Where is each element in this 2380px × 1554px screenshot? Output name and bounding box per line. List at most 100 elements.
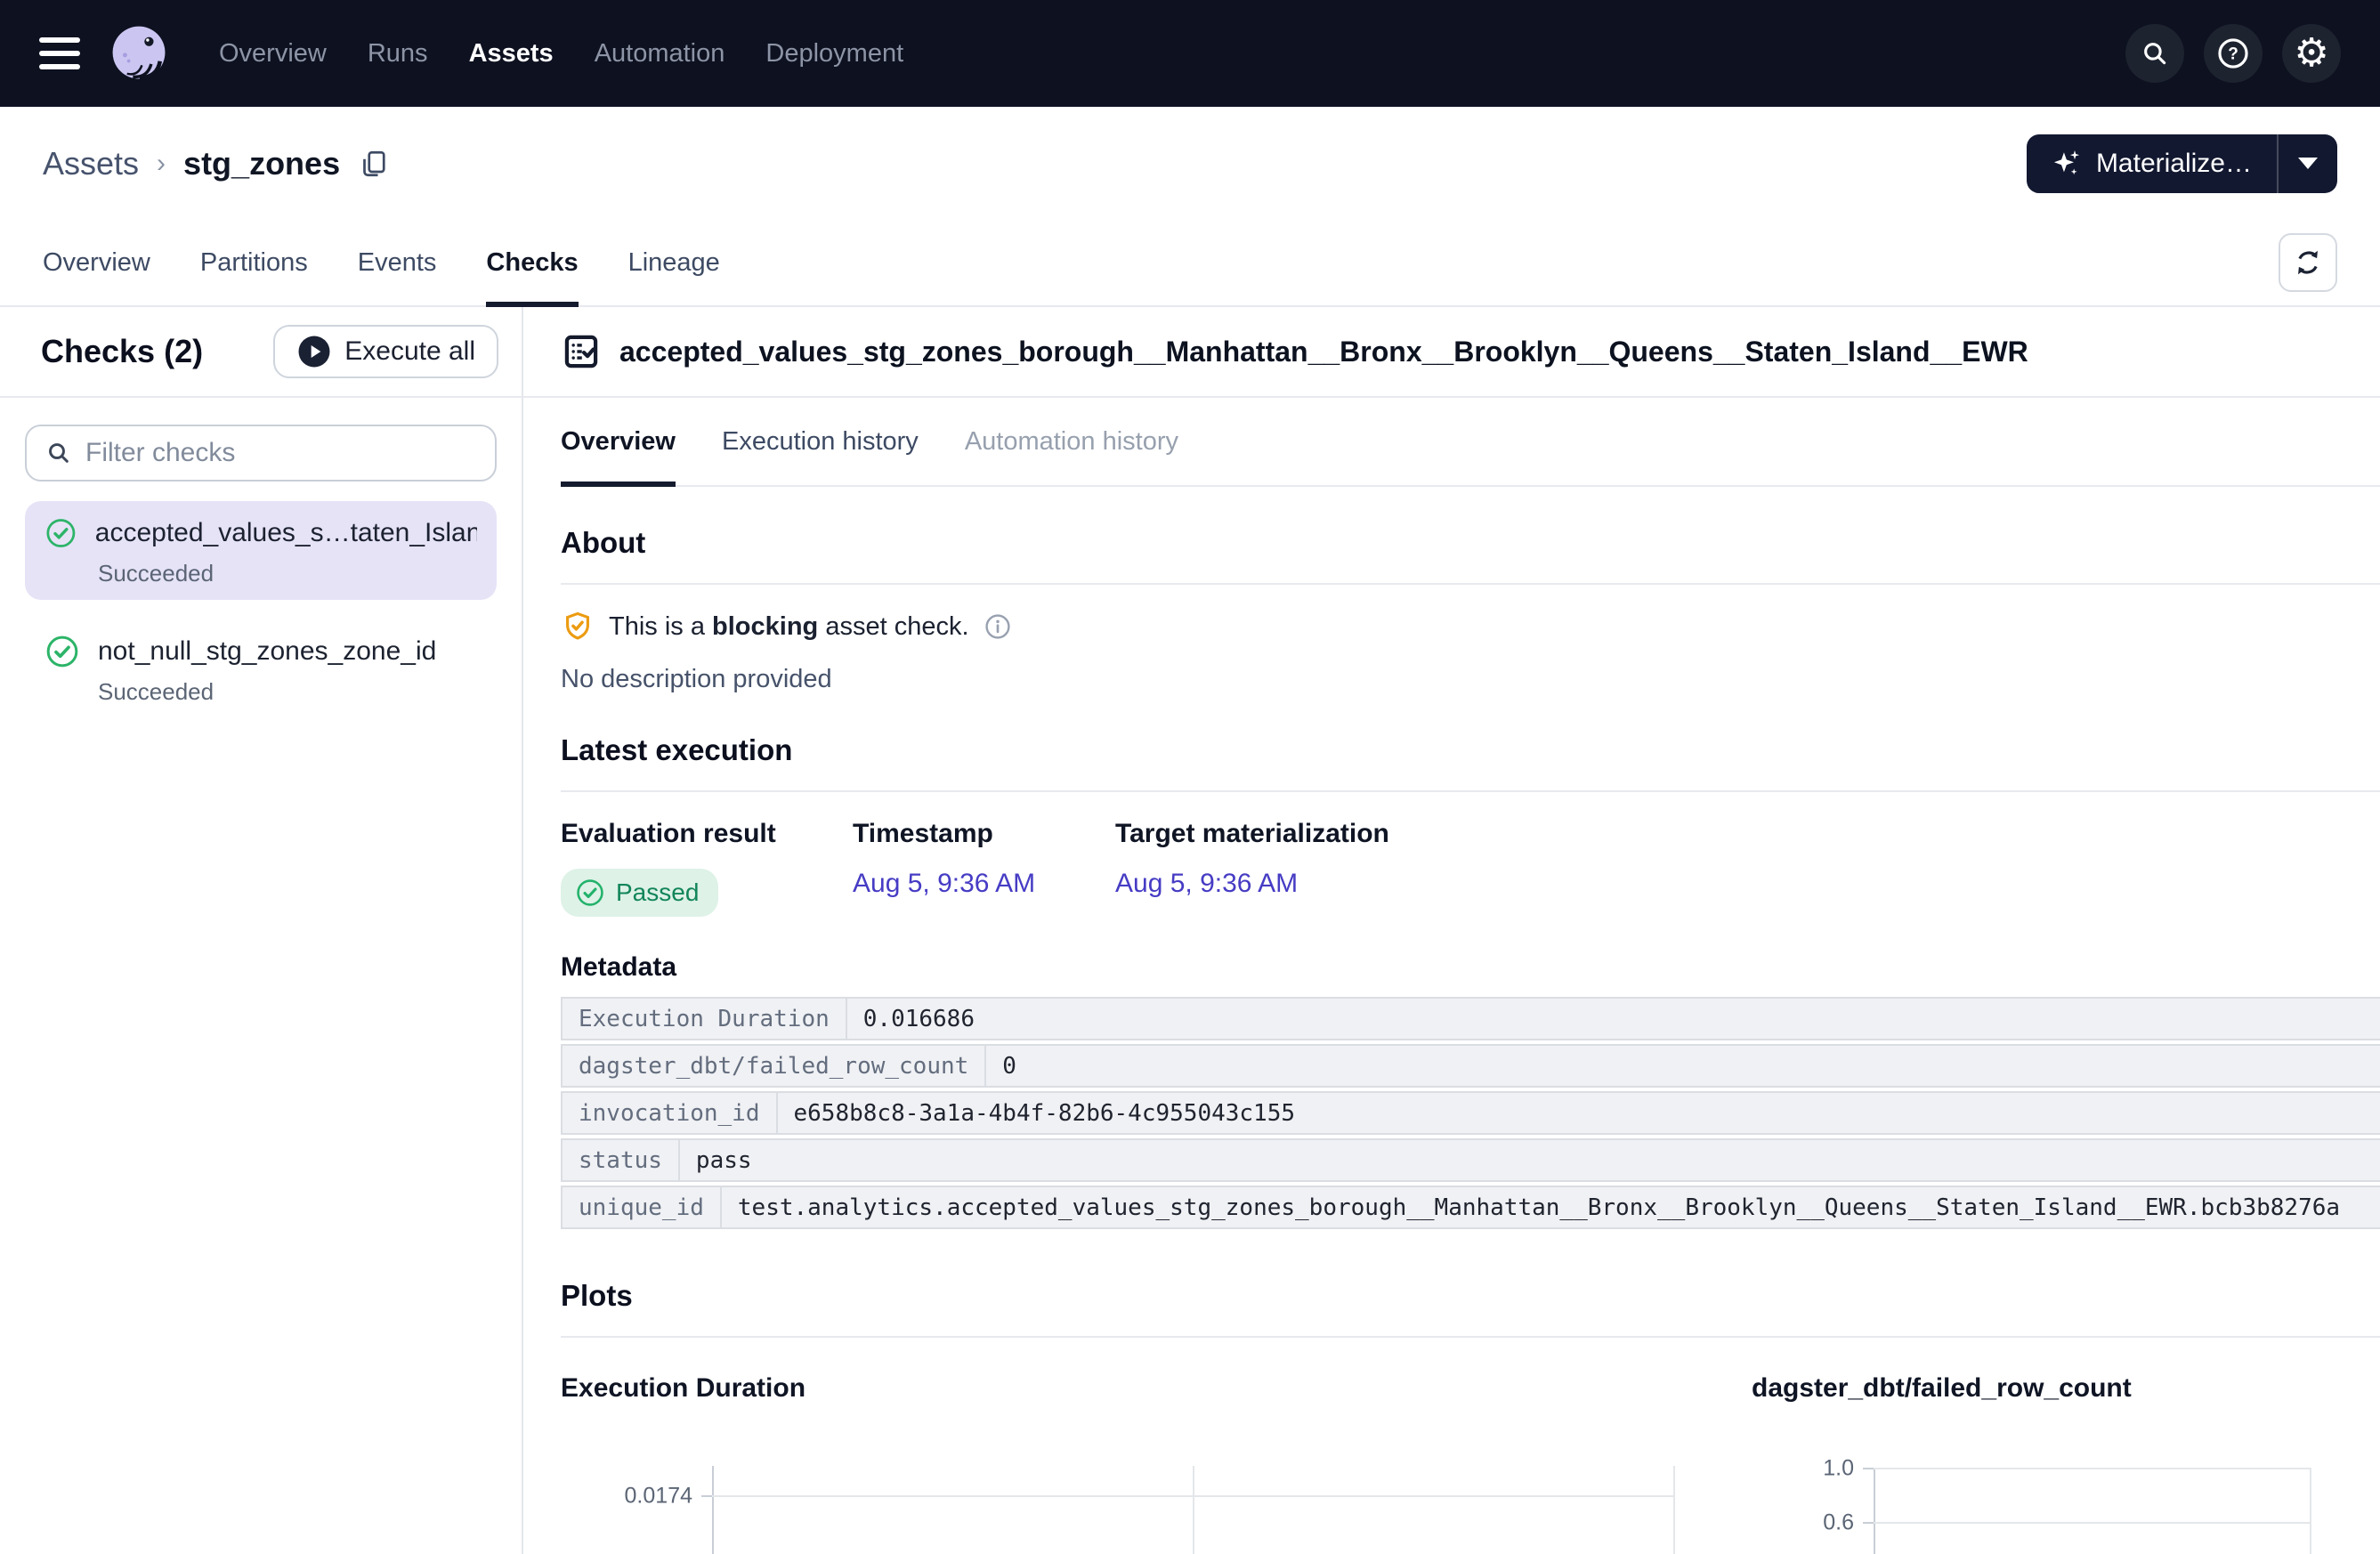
metadata-value: test.analytics.accepted_values_stg_zones… xyxy=(722,1187,2380,1227)
materialize-button[interactable]: Materialize… xyxy=(2027,134,2277,193)
table-row: dagster_dbt/failed_row_count 0 xyxy=(561,1044,2380,1088)
metadata-key: Execution Duration xyxy=(563,999,847,1039)
checks-count-title: Checks (2) xyxy=(41,333,203,370)
play-circle-icon xyxy=(296,334,332,369)
tab-partitions[interactable]: Partitions xyxy=(200,220,308,305)
blocking-text: This is a blocking asset check. xyxy=(609,612,969,642)
latest-execution-table: Evaluation result Passed Timestamp A xyxy=(561,819,2380,917)
tab-events[interactable]: Events xyxy=(358,220,437,305)
filter-checks-box xyxy=(25,425,497,482)
latest-execution-heading: Latest execution xyxy=(561,733,2380,792)
failed-row-count-chart: dagster_dbt/failed_row_count 1.0 0.6 xyxy=(1752,1373,2380,1554)
check-status: Succeeded xyxy=(98,560,477,587)
breadcrumb: Assets › stg_zones xyxy=(43,145,390,182)
refresh-button[interactable] xyxy=(2279,233,2337,292)
metadata-key: unique_id xyxy=(563,1187,722,1227)
sparkle-icon xyxy=(2052,149,2082,179)
breadcrumb-assets[interactable]: Assets xyxy=(43,145,139,182)
asset-tabs-row: Overview Partitions Events Checks Lineag… xyxy=(0,220,2380,307)
check-list-item[interactable]: not_null_stg_zones_zone_id Succeeded xyxy=(25,619,497,718)
content: Checks (2) Execute all xyxy=(0,307,2380,1554)
check-circle-icon xyxy=(575,878,605,908)
col-timestamp: Timestamp xyxy=(853,819,1115,849)
metadata-key: dagster_dbt/failed_row_count xyxy=(563,1046,986,1086)
materialize-label: Materialize… xyxy=(2096,149,2252,179)
metadata-key: status xyxy=(563,1140,680,1180)
checks-list: accepted_values_s…taten_Island_ Succeede… xyxy=(0,398,522,745)
refresh-icon xyxy=(2291,246,2325,279)
y-tick-label: 0.6 xyxy=(1783,1510,1854,1536)
page-title: stg_zones xyxy=(183,145,340,182)
status-badge: Passed xyxy=(561,869,718,917)
metadata-value: e658b8c8-3a1a-4b4f-82b6-4c955043c155 xyxy=(778,1093,2380,1133)
check-status: Succeeded xyxy=(98,678,477,706)
nav-runs[interactable]: Runs xyxy=(368,39,428,69)
dagster-logo-icon[interactable] xyxy=(105,20,173,87)
checks-sidebar: Checks (2) Execute all xyxy=(0,307,523,1554)
asset-check-icon xyxy=(561,331,602,372)
table-row: Execution Duration 0.016686 xyxy=(561,997,2380,1040)
timestamp-link[interactable]: Aug 5, 9:36 AM xyxy=(853,869,1035,898)
metadata-heading: Metadata xyxy=(561,952,2380,983)
check-circle-icon xyxy=(45,634,80,669)
execute-all-label: Execute all xyxy=(344,336,475,367)
info-icon[interactable] xyxy=(984,612,1012,641)
y-tick-label: 1.0 xyxy=(1783,1456,1854,1482)
asset-tabs: Overview Partitions Events Checks Lineag… xyxy=(43,220,720,305)
shield-check-icon xyxy=(561,610,595,643)
metadata-value: 0.016686 xyxy=(847,999,2380,1039)
search-icon xyxy=(45,439,73,467)
plots-row: Execution Duration 0.0174 dagster_dbt/fa… xyxy=(561,1373,2380,1554)
check-detail-header: accepted_values_stg_zones_borough__Manha… xyxy=(523,307,2380,398)
check-circle-icon xyxy=(45,515,77,551)
chart-title: Execution Duration xyxy=(561,1373,1752,1404)
check-tab-overview[interactable]: Overview xyxy=(561,398,676,485)
col-target-materialization: Target materialization xyxy=(1115,819,1389,849)
check-name: accepted_values_s…taten_Island_ xyxy=(95,518,477,548)
target-materialization-link[interactable]: Aug 5, 9:36 AM xyxy=(1115,869,1298,898)
hamburger-menu-icon[interactable] xyxy=(39,37,80,69)
materialize-split-button: Materialize… xyxy=(2027,134,2337,193)
chevron-down-icon xyxy=(2298,158,2318,169)
tab-lineage[interactable]: Lineage xyxy=(628,220,720,305)
search-icon xyxy=(2140,38,2170,69)
settings-button[interactable]: ⚙ xyxy=(2282,24,2341,83)
breadcrumb-separator: › xyxy=(157,149,166,179)
tab-checks[interactable]: Checks xyxy=(486,220,578,305)
table-row: status pass xyxy=(561,1138,2380,1182)
help-button[interactable]: ? xyxy=(2204,24,2263,83)
no-description-text: No description provided xyxy=(561,665,2380,694)
check-detail-panel: accepted_values_stg_zones_borough__Manha… xyxy=(523,307,2380,1554)
blocking-note: This is a blocking asset check. xyxy=(561,610,2380,643)
metadata-value: pass xyxy=(680,1140,2380,1180)
check-detail-body: Overview Execution history Automation hi… xyxy=(523,398,2380,1554)
copy-icon xyxy=(358,148,390,180)
check-tab-automation-history: Automation history xyxy=(965,398,1178,485)
materialize-dropdown-button[interactable] xyxy=(2279,134,2337,193)
top-nav: Overview Runs Assets Automation Deployme… xyxy=(0,0,2380,107)
copy-button[interactable] xyxy=(358,148,390,180)
check-tab-execution-history[interactable]: Execution history xyxy=(722,398,919,485)
search-button[interactable] xyxy=(2125,24,2184,83)
nav-overview[interactable]: Overview xyxy=(219,39,327,69)
y-tick-label: 0.0174 xyxy=(561,1484,692,1509)
plots-heading: Plots xyxy=(561,1279,2380,1338)
tab-overview[interactable]: Overview xyxy=(43,220,150,305)
about-heading: About xyxy=(561,526,2380,585)
check-list-item[interactable]: accepted_values_s…taten_Island_ Succeede… xyxy=(25,501,497,600)
help-icon: ? xyxy=(2216,36,2250,70)
nav-assets[interactable]: Assets xyxy=(469,39,554,69)
chart-plot-area: 0.0174 xyxy=(561,1466,1752,1554)
check-name: not_null_stg_zones_zone_id xyxy=(98,636,436,667)
filter-checks-input[interactable] xyxy=(85,438,477,468)
col-evaluation-result: Evaluation result xyxy=(561,819,853,849)
metadata-key: invocation_id xyxy=(563,1093,778,1133)
nav-deployment[interactable]: Deployment xyxy=(765,39,903,69)
nav-automation[interactable]: Automation xyxy=(595,39,725,69)
metadata-table: Execution Duration 0.016686 dagster_dbt/… xyxy=(561,997,2380,1229)
primary-nav: Overview Runs Assets Automation Deployme… xyxy=(219,39,903,69)
page-header: Assets › stg_zones Materialize… xyxy=(0,107,2380,220)
check-tabs: Overview Execution history Automation hi… xyxy=(561,398,2380,487)
execute-all-button[interactable]: Execute all xyxy=(273,325,498,378)
svg-text:?: ? xyxy=(2228,45,2238,64)
